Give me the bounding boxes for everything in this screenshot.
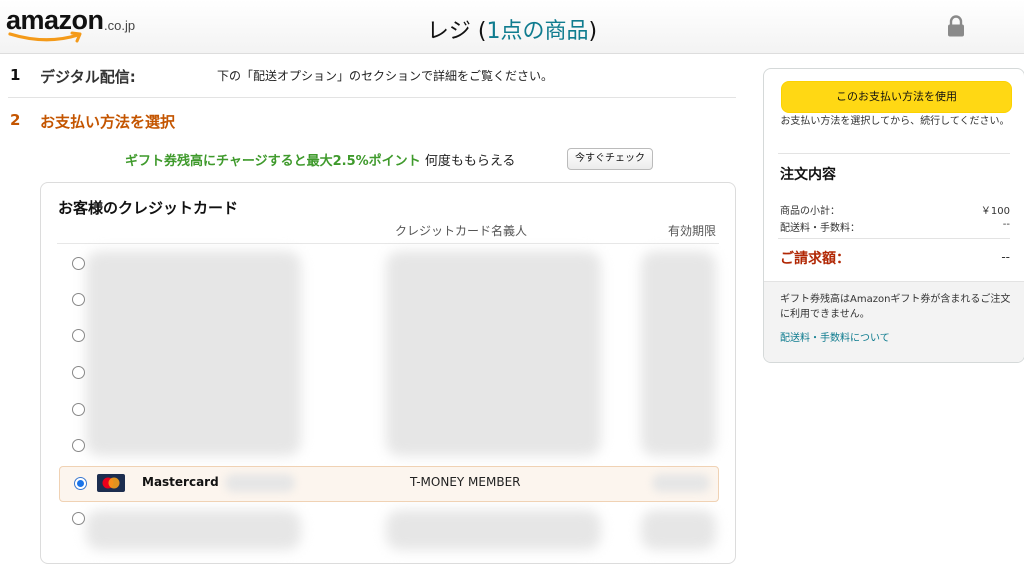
divider	[778, 238, 1010, 239]
selected-card-row[interactable]: Mastercard T-MONEY MEMBER	[59, 466, 719, 502]
page-title-close-paren: )	[588, 19, 598, 44]
use-payment-method-button[interactable]: このお支払い方法を使用	[781, 81, 1012, 113]
shipping-label: 配送料・手数料：	[780, 223, 860, 234]
divider	[778, 153, 1010, 154]
redacted-expiry-date	[652, 474, 710, 492]
promo-highlight: ギフト券残高にチャージすると最大2.5%ポイント	[125, 154, 421, 169]
divider	[57, 243, 719, 244]
redacted-card-details	[86, 510, 301, 550]
card-radio-button[interactable]	[72, 293, 85, 306]
card-radio-button[interactable]	[72, 257, 85, 270]
gift-card-note: ギフト券残高はAmazonギフト券が含まれるご注文に利用できません。	[780, 294, 1011, 320]
digital-delivery-description: 下の「配送オプション」のセクションで詳細をご覧ください。	[217, 69, 554, 83]
order-summary-panel: このお支払い方法を使用 お支払い方法を選択してから、続行してください。 注文内容…	[763, 68, 1024, 363]
summary-footer: ギフト券残高はAmazonギフト券が含まれるご注文に利用できません。 配送料・手…	[764, 281, 1024, 362]
card-section-title: お客様のクレジットカード	[58, 199, 239, 217]
card-radio-button[interactable]	[72, 403, 85, 416]
mastercard-icon	[97, 474, 125, 492]
order-total-label: ご請求額：	[780, 251, 850, 267]
redacted-cardholder-names	[386, 251, 601, 456]
column-header-cardholder: クレジットカード名義人	[395, 224, 528, 238]
card-radio-button[interactable]	[72, 439, 85, 452]
promo-suffix: 何度ももらえる	[424, 154, 516, 169]
step-number: 1	[10, 66, 21, 84]
divider	[8, 97, 736, 98]
gift-card-promo: ギフト券残高にチャージすると最大2.5%ポイント 何度ももらえる	[125, 150, 515, 169]
card-radio-button[interactable]	[72, 366, 85, 379]
use-payment-note: お支払い方法を選択してから、続行してください。	[780, 116, 1010, 127]
step-title-digital-delivery: デジタル配信:	[40, 68, 136, 86]
order-summary-title: 注文内容	[780, 167, 836, 183]
redacted-expiry-dates	[641, 251, 716, 456]
card-radio-button-selected[interactable]	[74, 477, 87, 490]
order-total-value: --	[1001, 250, 1010, 264]
card-radio-button[interactable]	[72, 512, 85, 525]
shipping-value: --	[1002, 219, 1010, 230]
subtotal-value: ￥100	[980, 206, 1010, 217]
page-title-open-paren: (	[477, 19, 487, 44]
shipping-fees-link[interactable]: 配送料・手数料について	[780, 329, 890, 344]
item-count-link[interactable]: 1点の商品	[487, 19, 589, 44]
check-now-button[interactable]: 今すぐチェック	[567, 148, 653, 170]
page-title-text: レジ	[426, 19, 471, 44]
lock-icon	[947, 15, 965, 41]
checkout-header: amazon .co.jp レジ (1点の商品)	[0, 0, 1024, 54]
credit-card-list: お客様のクレジットカード クレジットカード名義人 有効期限 Mastercard…	[40, 182, 736, 564]
redacted-card-details	[86, 251, 301, 456]
column-header-expiry: 有効期限	[668, 224, 717, 238]
redacted-expiry-dates	[641, 510, 716, 550]
redacted-cardholder-names	[386, 510, 601, 550]
card-brand: Mastercard	[142, 475, 219, 489]
redacted-card-number	[225, 474, 295, 492]
cardholder-name: T-MONEY MEMBER	[410, 475, 521, 489]
step-title-payment-method: お支払い方法を選択	[40, 113, 176, 131]
page-title: レジ (1点の商品)	[0, 13, 1024, 45]
step-number: 2	[10, 111, 21, 129]
card-radio-button[interactable]	[72, 329, 85, 342]
subtotal-label: 商品の小計：	[780, 206, 840, 217]
